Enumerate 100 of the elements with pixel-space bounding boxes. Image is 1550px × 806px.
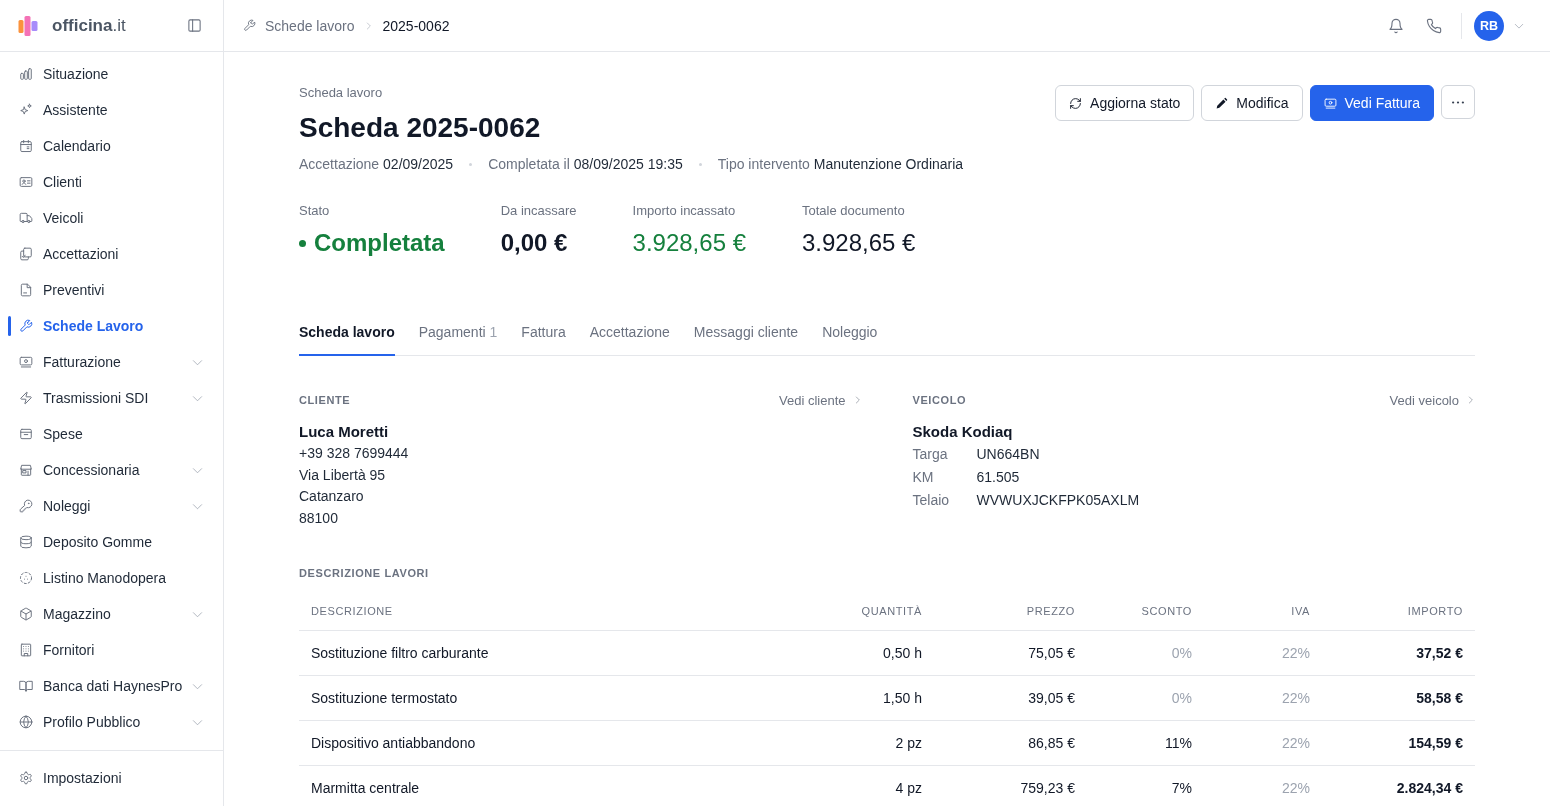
- table-cell-text: 37,52 €: [1415, 644, 1464, 662]
- client-detail: +39 328 7699444: [299, 444, 410, 463]
- globe-icon: [19, 715, 33, 729]
- meta-item: Accettazione 02/09/2025: [299, 155, 454, 174]
- book-icon: [19, 679, 33, 693]
- store-icon: [19, 463, 33, 477]
- chevron-right-icon: [853, 396, 862, 404]
- stat-value: 3.928,65 €: [802, 228, 916, 258]
- nav-item[interactable]: Magazzino: [8, 596, 215, 632]
- lightning-icon: [19, 391, 33, 405]
- table-cell-text: 86,85 €: [1027, 734, 1076, 752]
- table-cell-text: 0,50 h: [882, 644, 923, 662]
- avatar[interactable]: RB: [1474, 10, 1504, 41]
- nav-item[interactable]: Spese: [8, 416, 215, 452]
- brand-name: officina.it: [52, 15, 126, 36]
- nav-item[interactable]: Fornitori: [8, 632, 215, 668]
- nav-item[interactable]: Trasmissioni SDI: [8, 380, 215, 416]
- client-name: Luca Moretti: [299, 422, 390, 442]
- key-icon: [19, 499, 33, 513]
- nav-item[interactable]: Listino Manodopera: [8, 560, 215, 596]
- field-label: Targa: [912, 445, 949, 464]
- document-icon: [19, 283, 33, 297]
- dot-separator-icon: [469, 162, 473, 166]
- view-client-link[interactable]: Vedi cliente: [779, 392, 862, 408]
- table-cell-text: Dispositivo antiabbandono: [310, 734, 477, 752]
- nav-item[interactable]: Profilo Pubblico: [8, 704, 215, 740]
- truck-icon: [19, 211, 33, 225]
- bar-chart-icon: [19, 67, 33, 81]
- page-eyebrow: Scheda lavoro: [299, 84, 384, 102]
- table-cell-text: 39,05 €: [1027, 689, 1076, 707]
- view-vehicle-link[interactable]: Vedi veicolo: [1389, 392, 1475, 408]
- column-header: QUANTITÀ: [860, 604, 923, 617]
- nav-item[interactable]: Banca dati HaynesPro: [8, 668, 215, 704]
- tab[interactable]: Pagamenti 1: [418, 322, 498, 356]
- section-heading: CLIENTE: [299, 393, 351, 408]
- database-icon: [19, 535, 33, 549]
- column-header: IVA: [1290, 604, 1311, 617]
- field-value: WVWUXJCKFPK05AXLM: [976, 491, 1141, 510]
- nav-item[interactable]: Assistente: [8, 92, 215, 128]
- table-cell-text: 759,23 €: [1019, 779, 1076, 797]
- tab[interactable]: Noleggio: [822, 322, 878, 356]
- client-detail: 88100: [299, 508, 339, 528]
- pencil-icon: [1215, 96, 1229, 110]
- client-detail: Via Libertà 95: [299, 465, 387, 485]
- table-cell-text: 4 pz: [894, 779, 923, 797]
- nav-item[interactable]: Veicoli: [8, 200, 215, 236]
- table-cell-text: 22%: [1280, 689, 1311, 707]
- nav-item[interactable]: Preventivi: [8, 272, 215, 308]
- table-cell-text: 22%: [1280, 779, 1311, 797]
- wrench-icon: [243, 19, 256, 32]
- phone-icon[interactable]: [1426, 17, 1442, 34]
- tray-icon: [19, 427, 33, 441]
- table-cell-text: 2 pz: [894, 734, 923, 752]
- table-cell-text: 11%: [1164, 734, 1193, 752]
- table-cell-text: 0%: [1170, 644, 1193, 662]
- page-title: Scheda 2025-0062: [299, 111, 542, 145]
- tab[interactable]: Messaggi cliente: [693, 322, 799, 356]
- nav-item[interactable]: Deposito Gomme: [8, 524, 215, 560]
- dashed-circle-icon: [19, 571, 33, 585]
- settings-icon: [19, 771, 33, 785]
- sidebar-toggle-icon[interactable]: [187, 18, 202, 33]
- nav-item[interactable]: Schede Lavoro: [8, 308, 215, 344]
- more-icon: [1452, 100, 1464, 104]
- stat-label: Importo incassato: [632, 202, 737, 220]
- nav-item[interactable]: Noleggi: [8, 488, 215, 524]
- nav-item[interactable]: Impostazioni: [8, 760, 215, 796]
- nav-item[interactable]: Concessionaria: [8, 452, 215, 488]
- stat-label: Totale documento: [802, 202, 906, 220]
- section-heading: DESCRIZIONE LAVORI: [299, 566, 430, 582]
- tab[interactable]: Accettazione: [589, 322, 670, 356]
- edit-button[interactable]: Modifica: [1201, 85, 1303, 121]
- vehicle-name: Skoda Kodiaq: [912, 422, 1014, 442]
- wrench-icon: [19, 319, 33, 333]
- nav-item[interactable]: Situazione: [8, 56, 215, 92]
- id-card-icon: [19, 175, 33, 189]
- sparkle-icon: [19, 103, 33, 117]
- stat-value: 0,00 €: [500, 228, 568, 258]
- nav-item[interactable]: Clienti: [8, 164, 215, 200]
- chevron-right-icon: [364, 21, 373, 30]
- view-invoice-button[interactable]: Vedi Fattura: [1309, 85, 1434, 121]
- chevron-right-icon: [1467, 396, 1475, 404]
- nav-item[interactable]: Fatturazione: [8, 344, 215, 380]
- update-status-button[interactable]: Aggiorna stato: [1055, 85, 1195, 121]
- tab[interactable]: Fattura: [521, 322, 566, 356]
- meta-item: Tipo intervento Manutenzione Ordinaria: [717, 155, 964, 174]
- bell-icon[interactable]: [1388, 17, 1404, 34]
- banknote-icon: [19, 355, 33, 369]
- column-header: SCONTO: [1140, 604, 1193, 617]
- table-cell-text: Marmitta centrale: [310, 779, 421, 797]
- table-cell-text: 7%: [1170, 779, 1193, 797]
- clipboard-icon: [19, 247, 33, 261]
- nav-item[interactable]: Accettazioni: [8, 236, 215, 272]
- column-header: IMPORTO: [1406, 604, 1464, 617]
- table-cell-text: 1,50 h: [882, 689, 923, 707]
- nav-item[interactable]: Calendario: [8, 128, 215, 164]
- tab[interactable]: Scheda lavoro: [299, 322, 395, 356]
- refresh-icon: [1069, 96, 1083, 110]
- cube-icon: [19, 607, 33, 621]
- stat-label: Stato: [299, 202, 331, 220]
- breadcrumb-link[interactable]: Schede lavoro: [265, 17, 355, 34]
